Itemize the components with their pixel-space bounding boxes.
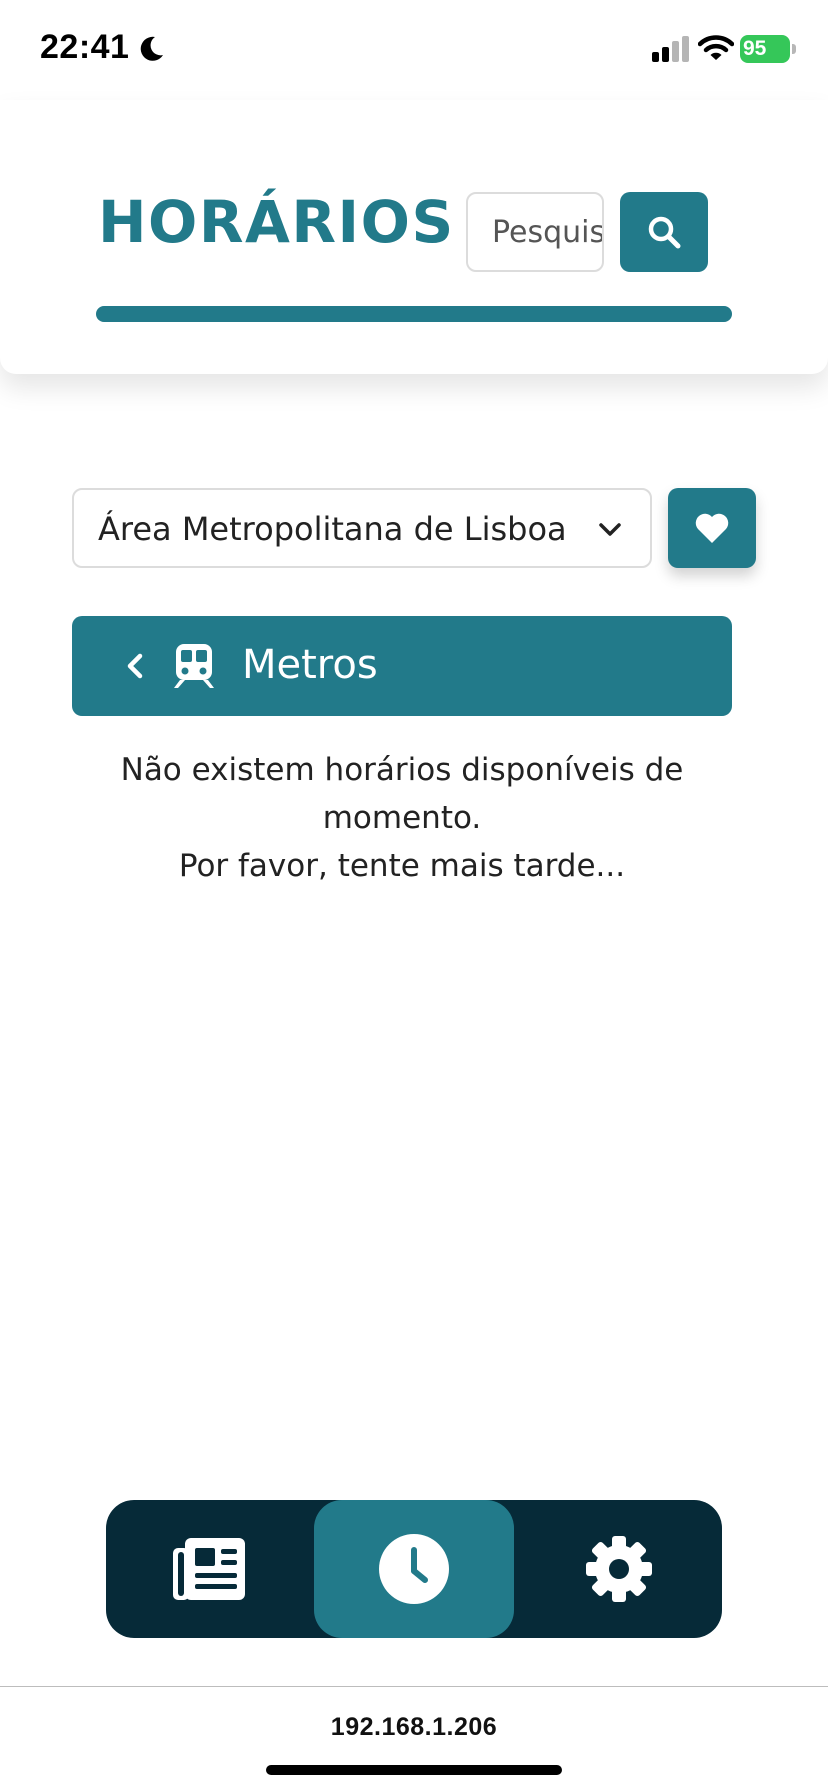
- battery-percent: 95: [743, 37, 767, 60]
- header-card: HORÁRIOS: [0, 100, 828, 374]
- search-input[interactable]: [466, 192, 604, 272]
- chevron-left-icon[interactable]: [124, 650, 146, 682]
- header-accent-bar: [96, 306, 732, 322]
- search-button[interactable]: [620, 192, 708, 272]
- train-icon: [174, 644, 214, 688]
- category-header[interactable]: Metros: [72, 616, 732, 716]
- gear-icon: [586, 1536, 652, 1602]
- home-indicator[interactable]: [266, 1765, 562, 1775]
- clock-icon: [379, 1534, 449, 1604]
- wifi-icon: [698, 35, 734, 60]
- category-label: Metros: [242, 642, 378, 688]
- signal-icon: [652, 36, 689, 62]
- region-select-value: Área Metropolitana de Lisboa: [98, 510, 567, 548]
- chevron-down-icon: [599, 523, 621, 536]
- bottom-nav: [106, 1500, 722, 1638]
- browser-url-bar[interactable]: 192.168.1.206: [0, 1686, 828, 1792]
- nav-news[interactable]: [106, 1500, 312, 1638]
- moon-icon: [140, 36, 163, 61]
- battery-cap: [792, 44, 796, 54]
- url-text[interactable]: 192.168.1.206: [0, 1713, 828, 1742]
- heart-icon: [695, 513, 729, 543]
- status-time: 22:41: [40, 28, 130, 66]
- battery-indicator: 95: [740, 35, 796, 63]
- status-bar: 22:41 95: [0, 0, 828, 100]
- page-title: HORÁRIOS: [98, 188, 455, 256]
- nav-settings[interactable]: [516, 1500, 722, 1638]
- empty-state-line1: Não existem horários disponíveis de mome…: [120, 752, 684, 836]
- empty-state-message: Não existem horários disponíveis de mome…: [72, 746, 732, 890]
- battery-level: 95: [740, 35, 790, 63]
- search-icon: [648, 216, 681, 249]
- region-select[interactable]: Área Metropolitana de Lisboa: [72, 488, 652, 568]
- nav-schedules[interactable]: [314, 1500, 514, 1638]
- favorite-button[interactable]: [668, 488, 756, 568]
- empty-state-line2: Por favor, tente mais tarde...: [178, 848, 626, 884]
- newspaper-icon: [173, 1538, 245, 1600]
